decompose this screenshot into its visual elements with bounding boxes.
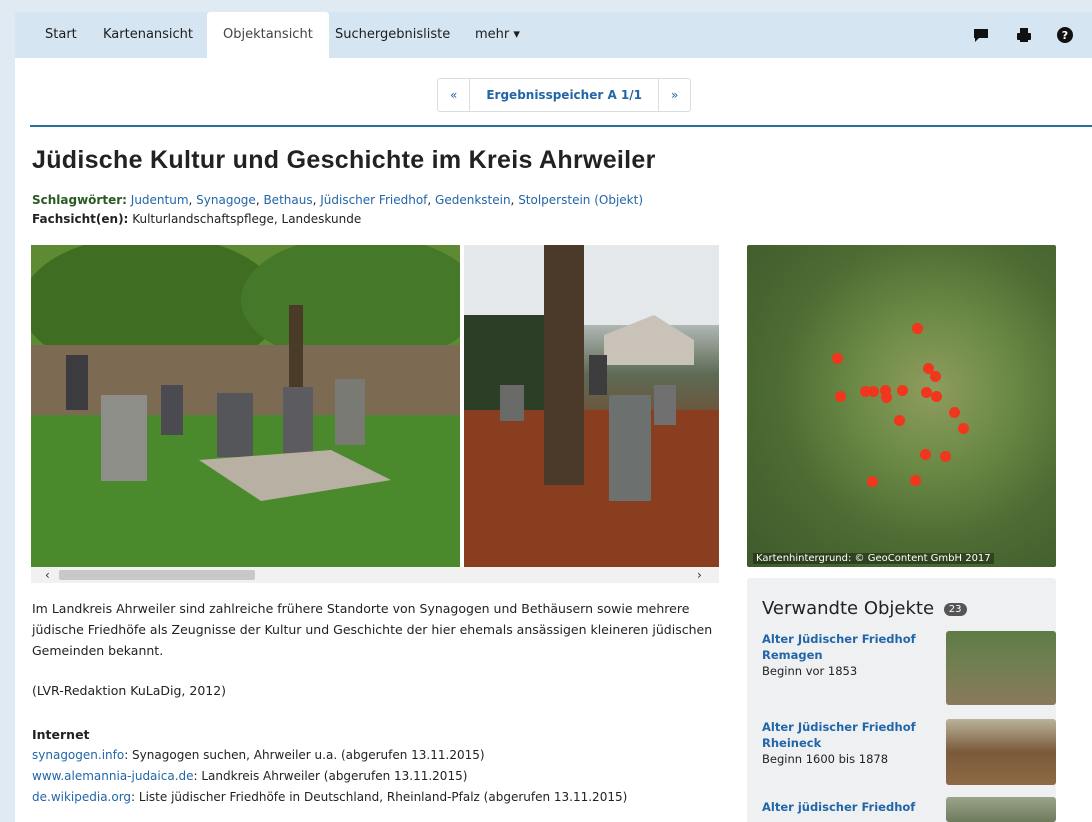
internet-link-text: : Synagogen suchen, Ahrweiler u.a. (abge… bbox=[124, 748, 485, 762]
internet-link[interactable]: www.alemannia-judaica.de bbox=[32, 769, 194, 783]
scrollbar-thumb[interactable] bbox=[59, 570, 255, 580]
gallery-image-autumn[interactable] bbox=[464, 245, 719, 567]
map-marker[interactable] bbox=[940, 451, 951, 462]
related-item-thumbnail[interactable] bbox=[946, 719, 1056, 785]
map-marker[interactable] bbox=[930, 371, 941, 382]
toolbar-icons: ? bbox=[972, 12, 1092, 58]
related-count-badge: 23 bbox=[943, 602, 967, 616]
keyword-link[interactable]: Bethaus bbox=[263, 193, 312, 207]
pager-next-button[interactable]: » bbox=[659, 79, 690, 111]
internet-link-row: www.alemannia-judaica.de: Landkreis Ahrw… bbox=[32, 769, 467, 783]
internet-heading: Internet bbox=[32, 727, 90, 742]
gallery-scrollbar[interactable]: ‹ › bbox=[31, 567, 719, 583]
map-marker[interactable] bbox=[912, 323, 923, 334]
pager-prev-button[interactable]: « bbox=[438, 79, 469, 111]
map-credit: Kartenhintergrund: © GeoContent GmbH 201… bbox=[753, 553, 994, 564]
internet-link[interactable]: synagogen.info bbox=[32, 748, 124, 762]
related-item[interactable]: Alter Jüdischer Friedhof Rheineck Beginn… bbox=[762, 719, 1056, 785]
scroll-left-arrow-icon[interactable]: ‹ bbox=[45, 567, 50, 583]
related-objects-panel: Verwandte Objekte 23 Alter Jüdischer Fri… bbox=[747, 578, 1056, 822]
tab-mehr[interactable]: mehr ▾ bbox=[459, 12, 536, 58]
keywords-label: Schlagwörter: bbox=[32, 193, 127, 207]
top-navigation: Start Kartenansicht Objektansicht Sucher… bbox=[15, 12, 1092, 58]
result-pager: « Ergebnisspeicher A 1/1 » bbox=[437, 78, 692, 112]
keyword-link[interactable]: Synagoge bbox=[196, 193, 256, 207]
map-marker[interactable] bbox=[931, 391, 942, 402]
map-marker[interactable] bbox=[949, 407, 960, 418]
keyword-link[interactable]: Judentum bbox=[131, 193, 189, 207]
map-marker[interactable] bbox=[868, 386, 879, 397]
map-marker[interactable] bbox=[910, 475, 921, 486]
related-item-thumbnail[interactable] bbox=[946, 631, 1056, 705]
page-title: Jüdische Kultur und Geschichte im Kreis … bbox=[32, 146, 656, 174]
internet-link[interactable]: de.wikipedia.org bbox=[32, 790, 131, 804]
related-heading: Verwandte Objekte 23 bbox=[762, 598, 967, 619]
autumn-cemetery-photo bbox=[464, 245, 719, 567]
related-item-thumbnail[interactable] bbox=[946, 797, 1056, 822]
tab-objektansicht[interactable]: Objektansicht bbox=[207, 12, 329, 58]
fachsicht-value: Kulturlandschaftspflege, Landeskunde bbox=[132, 212, 362, 226]
map-marker[interactable] bbox=[867, 476, 878, 487]
fachsicht-label: Fachsicht(en): bbox=[32, 212, 129, 226]
internet-link-text: : Landkreis Ahrweiler (abgerufen 13.11.2… bbox=[193, 769, 468, 783]
keyword-link[interactable]: Gedenkstein bbox=[435, 193, 511, 207]
help-icon[interactable]: ? bbox=[1056, 26, 1074, 44]
keyword-link[interactable]: Stolperstein (Objekt) bbox=[518, 193, 643, 207]
reference-text: (LVR-Redaktion KuLaDig, 2012) bbox=[32, 683, 227, 698]
main-panel: « Ergebnisspeicher A 1/1 » Jüdische Kult… bbox=[15, 58, 1092, 822]
keyword-link[interactable]: Jüdischer Friedhof bbox=[320, 193, 427, 207]
map-marker[interactable] bbox=[920, 449, 931, 460]
description-text: Im Landkreis Ahrweiler sind zahlreiche f… bbox=[32, 601, 713, 658]
image-gallery[interactable] bbox=[31, 245, 719, 567]
map-marker[interactable] bbox=[881, 392, 892, 403]
keywords-line: Schlagwörter: Judentum, Synagoge, Bethau… bbox=[32, 193, 644, 207]
tab-suchergebnisliste[interactable]: Suchergebnisliste bbox=[319, 12, 466, 58]
tab-start[interactable]: Start bbox=[29, 12, 93, 58]
map-marker[interactable] bbox=[894, 415, 905, 426]
fachsicht-line: Fachsicht(en): Kulturlandschaftspflege, … bbox=[32, 212, 361, 226]
related-heading-label: Verwandte Objekte bbox=[762, 598, 935, 619]
pager-label-button[interactable]: Ergebnisspeicher A 1/1 bbox=[469, 79, 659, 111]
internet-link-text: : Liste jüdischer Friedhöfe in Deutschla… bbox=[131, 790, 628, 804]
related-item[interactable]: Alter jüdischer Friedhof bbox=[762, 797, 1056, 822]
map-marker[interactable] bbox=[897, 385, 908, 396]
map-marker[interactable] bbox=[835, 391, 846, 402]
scroll-right-arrow-icon[interactable]: › bbox=[697, 567, 702, 583]
map-marker[interactable] bbox=[832, 353, 843, 364]
comment-icon[interactable] bbox=[972, 26, 990, 44]
map-marker[interactable] bbox=[958, 423, 969, 434]
related-item[interactable]: Alter Jüdischer Friedhof Remagen Beginn … bbox=[762, 631, 1056, 705]
cemetery-photo bbox=[31, 245, 481, 567]
divider bbox=[30, 125, 1092, 127]
gallery-image-cemetery[interactable] bbox=[31, 245, 481, 567]
internet-link-row: de.wikipedia.org: Liste jüdischer Friedh… bbox=[32, 790, 627, 804]
svg-text:?: ? bbox=[1062, 29, 1068, 42]
map-view[interactable]: Kartenhintergrund: © GeoContent GmbH 201… bbox=[747, 245, 1056, 567]
print-icon[interactable] bbox=[1015, 26, 1033, 44]
internet-link-row: synagogen.info: Synagogen suchen, Ahrwei… bbox=[32, 748, 485, 762]
tab-kartenansicht[interactable]: Kartenansicht bbox=[87, 12, 209, 58]
